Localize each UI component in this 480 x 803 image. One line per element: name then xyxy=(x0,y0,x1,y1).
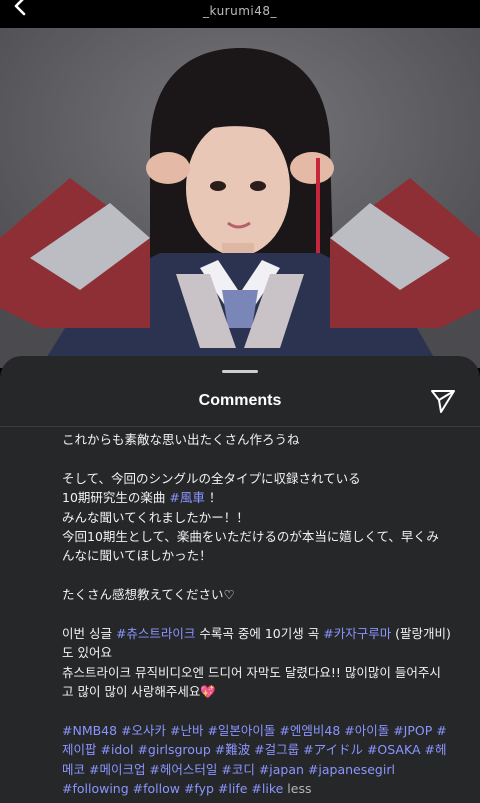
caption-line: 이번 싱글 #츄스트라이크 수록곡 중에 10기생 곡 #카자구루마 (팔랑개비… xyxy=(62,624,462,643)
caption-text: (팔랑개비) xyxy=(391,626,451,642)
comments-sheet: Comments これからも素敵な思い出たくさん作ろうね そして、今回のシングル… xyxy=(0,356,480,803)
hashtag-line[interactable]: #NMB48 #오사카 #난바 #일본아이돌 #엔엠비48 #아이돌 #JPOP… xyxy=(62,721,462,740)
hashtag-link[interactable]: #츄스트라이크 xyxy=(116,626,195,641)
caption-line: 10期研究生の楽曲 #風車 ！ xyxy=(62,488,462,507)
heart-emoji-icon: 💖 xyxy=(200,684,216,700)
caption-line: 今回10期生として、楽曲をいただけるのが本当に嬉しくて、早くみ xyxy=(62,529,439,545)
hashtag-line[interactable]: #following #follow #fyp #life #like xyxy=(62,781,283,796)
caption-text: ！ xyxy=(204,490,222,506)
less-toggle[interactable]: less xyxy=(283,781,311,796)
sheet-title: Comments xyxy=(198,392,282,409)
drag-handle[interactable] xyxy=(222,370,258,373)
caption-line: 도 있어요 xyxy=(62,645,112,661)
hashtag-line[interactable]: 제이팝 #idol #girlsgroup #難波 #걸그룹 #アイドル #OS… xyxy=(62,740,462,759)
sheet-divider xyxy=(0,426,480,427)
caption-text: 10期研究生の楽曲 xyxy=(62,490,170,506)
hashtag-link[interactable]: #카자구루마 xyxy=(323,626,391,641)
caption-line: んなに聞いてほしかった！ xyxy=(62,548,212,564)
caption-text: 이번 싱글 xyxy=(62,626,116,642)
caption-line: これからも素敵な思い出たくさん作ろうね xyxy=(62,432,300,447)
caption-line: 고 많이 많이 사랑해주세요💖 xyxy=(62,682,462,701)
caption-line: 츄스트라이크 뮤직비디오엔 드디어 자막도 달렸다요!! 많이많이 들어주시 xyxy=(62,664,441,680)
caption-text: 고 많이 많이 사랑해주세요 xyxy=(62,684,201,700)
hashtag-line[interactable]: 메코 #메이크업 #헤어스터일 #코디 #japan #japanesegirl xyxy=(62,760,462,779)
caption-line: みんな聞いてくれましたかー！！ xyxy=(62,509,249,525)
caption-line: そして、今回のシングルの全タイプに収録されている xyxy=(62,470,361,486)
caption-line: たくさん感想教えてください♡ xyxy=(62,587,235,603)
send-icon[interactable] xyxy=(430,388,456,414)
caption-text: 수록곡 중에 10기생 곡 xyxy=(195,626,324,642)
post-photo xyxy=(0,28,480,368)
hashtag-link[interactable]: #風車 xyxy=(169,490,204,505)
caption-line: #following #follow #fyp #life #like less xyxy=(62,779,462,798)
post-caption: これからも素敵な思い出たくさん作ろうね そして、今回のシングルの全タイプに収録さ… xyxy=(62,430,462,799)
username-header[interactable]: _kurumi48_ xyxy=(0,4,480,18)
top-bar: _kurumi48_ xyxy=(0,0,480,28)
